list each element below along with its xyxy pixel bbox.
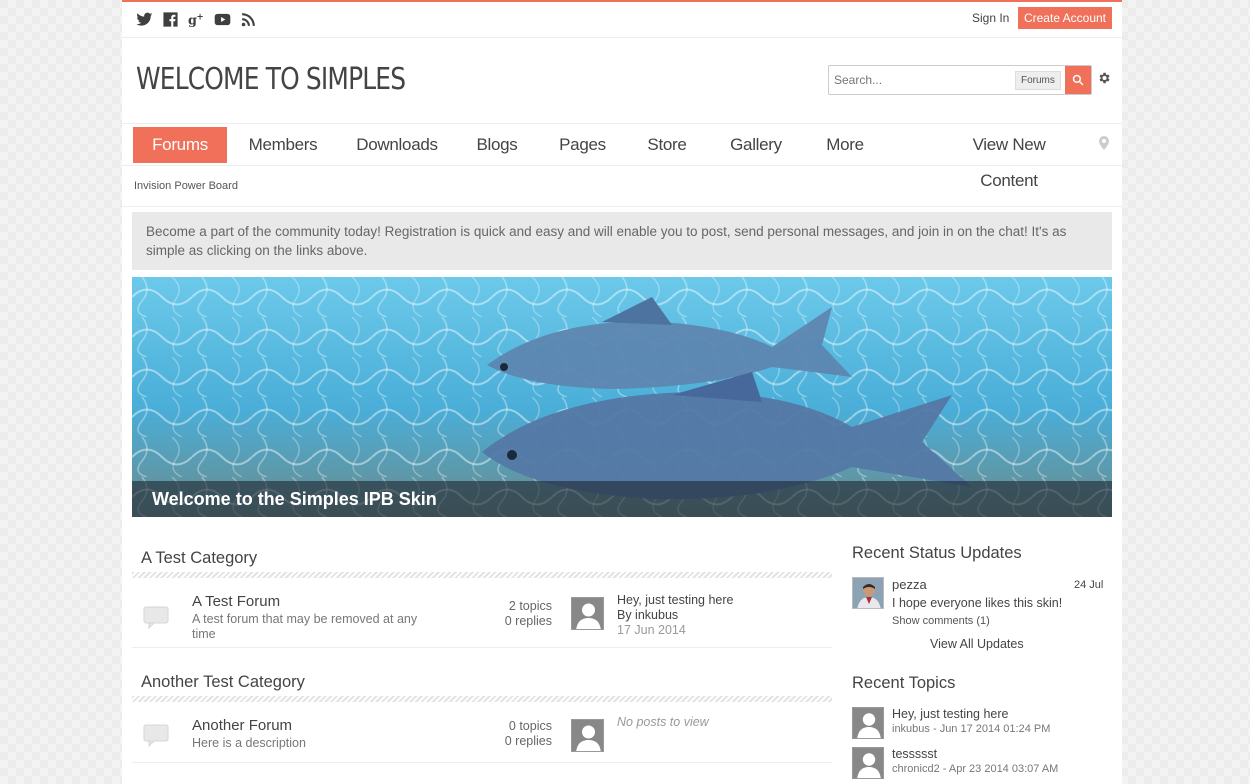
avatar[interactable]	[852, 707, 884, 739]
location-pin-icon[interactable]	[1099, 136, 1109, 150]
banner-caption: Welcome to the Simples IPB Skin	[132, 481, 1112, 517]
recent-topic-title[interactable]: tessssst	[892, 747, 937, 761]
search-input[interactable]	[829, 66, 1009, 94]
category-divider	[132, 696, 832, 702]
avatar[interactable]	[852, 747, 884, 779]
avatar[interactable]	[571, 597, 604, 630]
category-divider	[132, 572, 832, 578]
divider	[122, 206, 1122, 207]
forum-stats: 2 topics 0 replies	[472, 599, 552, 629]
nav-more[interactable]: More	[816, 127, 874, 163]
gear-icon[interactable]	[1097, 71, 1111, 85]
forum-description: Here is a description	[192, 736, 306, 750]
nav-blogs[interactable]: Blogs	[467, 127, 527, 163]
recent-topic-meta: chronicd2 - Apr 23 2014 03:07 AM	[892, 763, 1059, 775]
nav-members[interactable]: Members	[238, 127, 328, 163]
category-title[interactable]: A Test Category	[141, 549, 257, 568]
forum-row: A Test Forum A test forum that may be re…	[132, 593, 832, 648]
search-scope-button[interactable]: Forums	[1015, 71, 1061, 90]
page-container: g + Sign In Create Account WELCOME TO SIM…	[122, 0, 1122, 784]
forum-read-icon	[143, 724, 169, 747]
reply-count: 0 replies	[504, 734, 552, 748]
svg-text:+: +	[196, 12, 203, 22]
topic-count: 2 topics	[508, 599, 552, 613]
nav-forums[interactable]: Forums	[133, 127, 227, 163]
twitter-icon[interactable]	[135, 10, 153, 28]
last-post-author[interactable]: By inkubus	[617, 608, 734, 623]
last-post-title[interactable]: Hey, just testing here	[617, 593, 734, 608]
rss-icon[interactable]	[239, 10, 257, 28]
nav-store[interactable]: Store	[637, 127, 697, 163]
recent-topic-meta: inkubus - Jun 17 2014 01:24 PM	[892, 723, 1051, 735]
svg-text:g: g	[188, 13, 197, 28]
forum-stats: 0 topics 0 replies	[472, 719, 552, 749]
main-nav: Forums Members Downloads Blogs Pages Sto…	[122, 123, 1122, 190]
recent-topic-title[interactable]: Hey, just testing here	[892, 707, 1009, 721]
show-comments-link[interactable]: Show comments (1)	[892, 615, 990, 627]
registration-notice: Become a part of the community today! Re…	[132, 212, 1112, 270]
social-links: g +	[135, 10, 257, 28]
forum-description: A test forum that may be removed at any …	[192, 612, 418, 641]
view-all-updates-link[interactable]: View All Updates	[930, 637, 1024, 651]
topic-count: 0 topics	[508, 719, 552, 733]
youtube-icon[interactable]	[213, 10, 231, 28]
forum-name[interactable]: A Test Forum	[192, 593, 280, 610]
reply-count: 0 replies	[504, 614, 552, 628]
no-posts-text: No posts to view	[617, 715, 709, 729]
status-username[interactable]: pezza	[892, 577, 927, 592]
forum-row: Another Forum Here is a description 0 to…	[132, 715, 832, 763]
top-bar: g + Sign In Create Account	[122, 2, 1122, 38]
category-title[interactable]: Another Test Category	[141, 673, 305, 692]
search-box: Forums	[828, 65, 1092, 95]
nav-view-new-content[interactable]: View New Content	[942, 127, 1076, 190]
recent-topics-title: Recent Topics	[852, 674, 956, 692]
last-post-date: 17 Jun 2014	[617, 623, 686, 637]
facebook-icon[interactable]	[161, 10, 179, 28]
nav-pages[interactable]: Pages	[550, 127, 615, 163]
search-button[interactable]	[1065, 66, 1091, 94]
sign-in-link[interactable]: Sign In	[972, 11, 1009, 25]
site-title[interactable]: WELCOME TO SIMPLES	[136, 62, 406, 97]
nav-downloads[interactable]: Downloads	[348, 127, 446, 163]
avatar	[571, 719, 604, 752]
forum-name[interactable]: Another Forum	[192, 717, 292, 734]
last-post-info: Hey, just testing here By inkubus 17 Jun…	[617, 593, 734, 638]
banner-image: Welcome to the Simples IPB Skin	[132, 277, 1112, 517]
nav-gallery[interactable]: Gallery	[720, 127, 792, 163]
google-plus-icon[interactable]: g +	[187, 10, 205, 28]
recent-status-updates-title: Recent Status Updates	[852, 544, 1022, 562]
status-text: I hope everyone likes this skin!	[892, 596, 1063, 610]
last-post-info: No posts to view	[617, 715, 709, 730]
status-date: 24 Jul	[1074, 579, 1104, 591]
forum-read-icon	[143, 606, 169, 629]
breadcrumb[interactable]: Invision Power Board	[134, 180, 238, 192]
create-account-button[interactable]: Create Account	[1018, 7, 1112, 29]
avatar[interactable]	[852, 577, 884, 609]
search-icon	[1072, 74, 1084, 86]
